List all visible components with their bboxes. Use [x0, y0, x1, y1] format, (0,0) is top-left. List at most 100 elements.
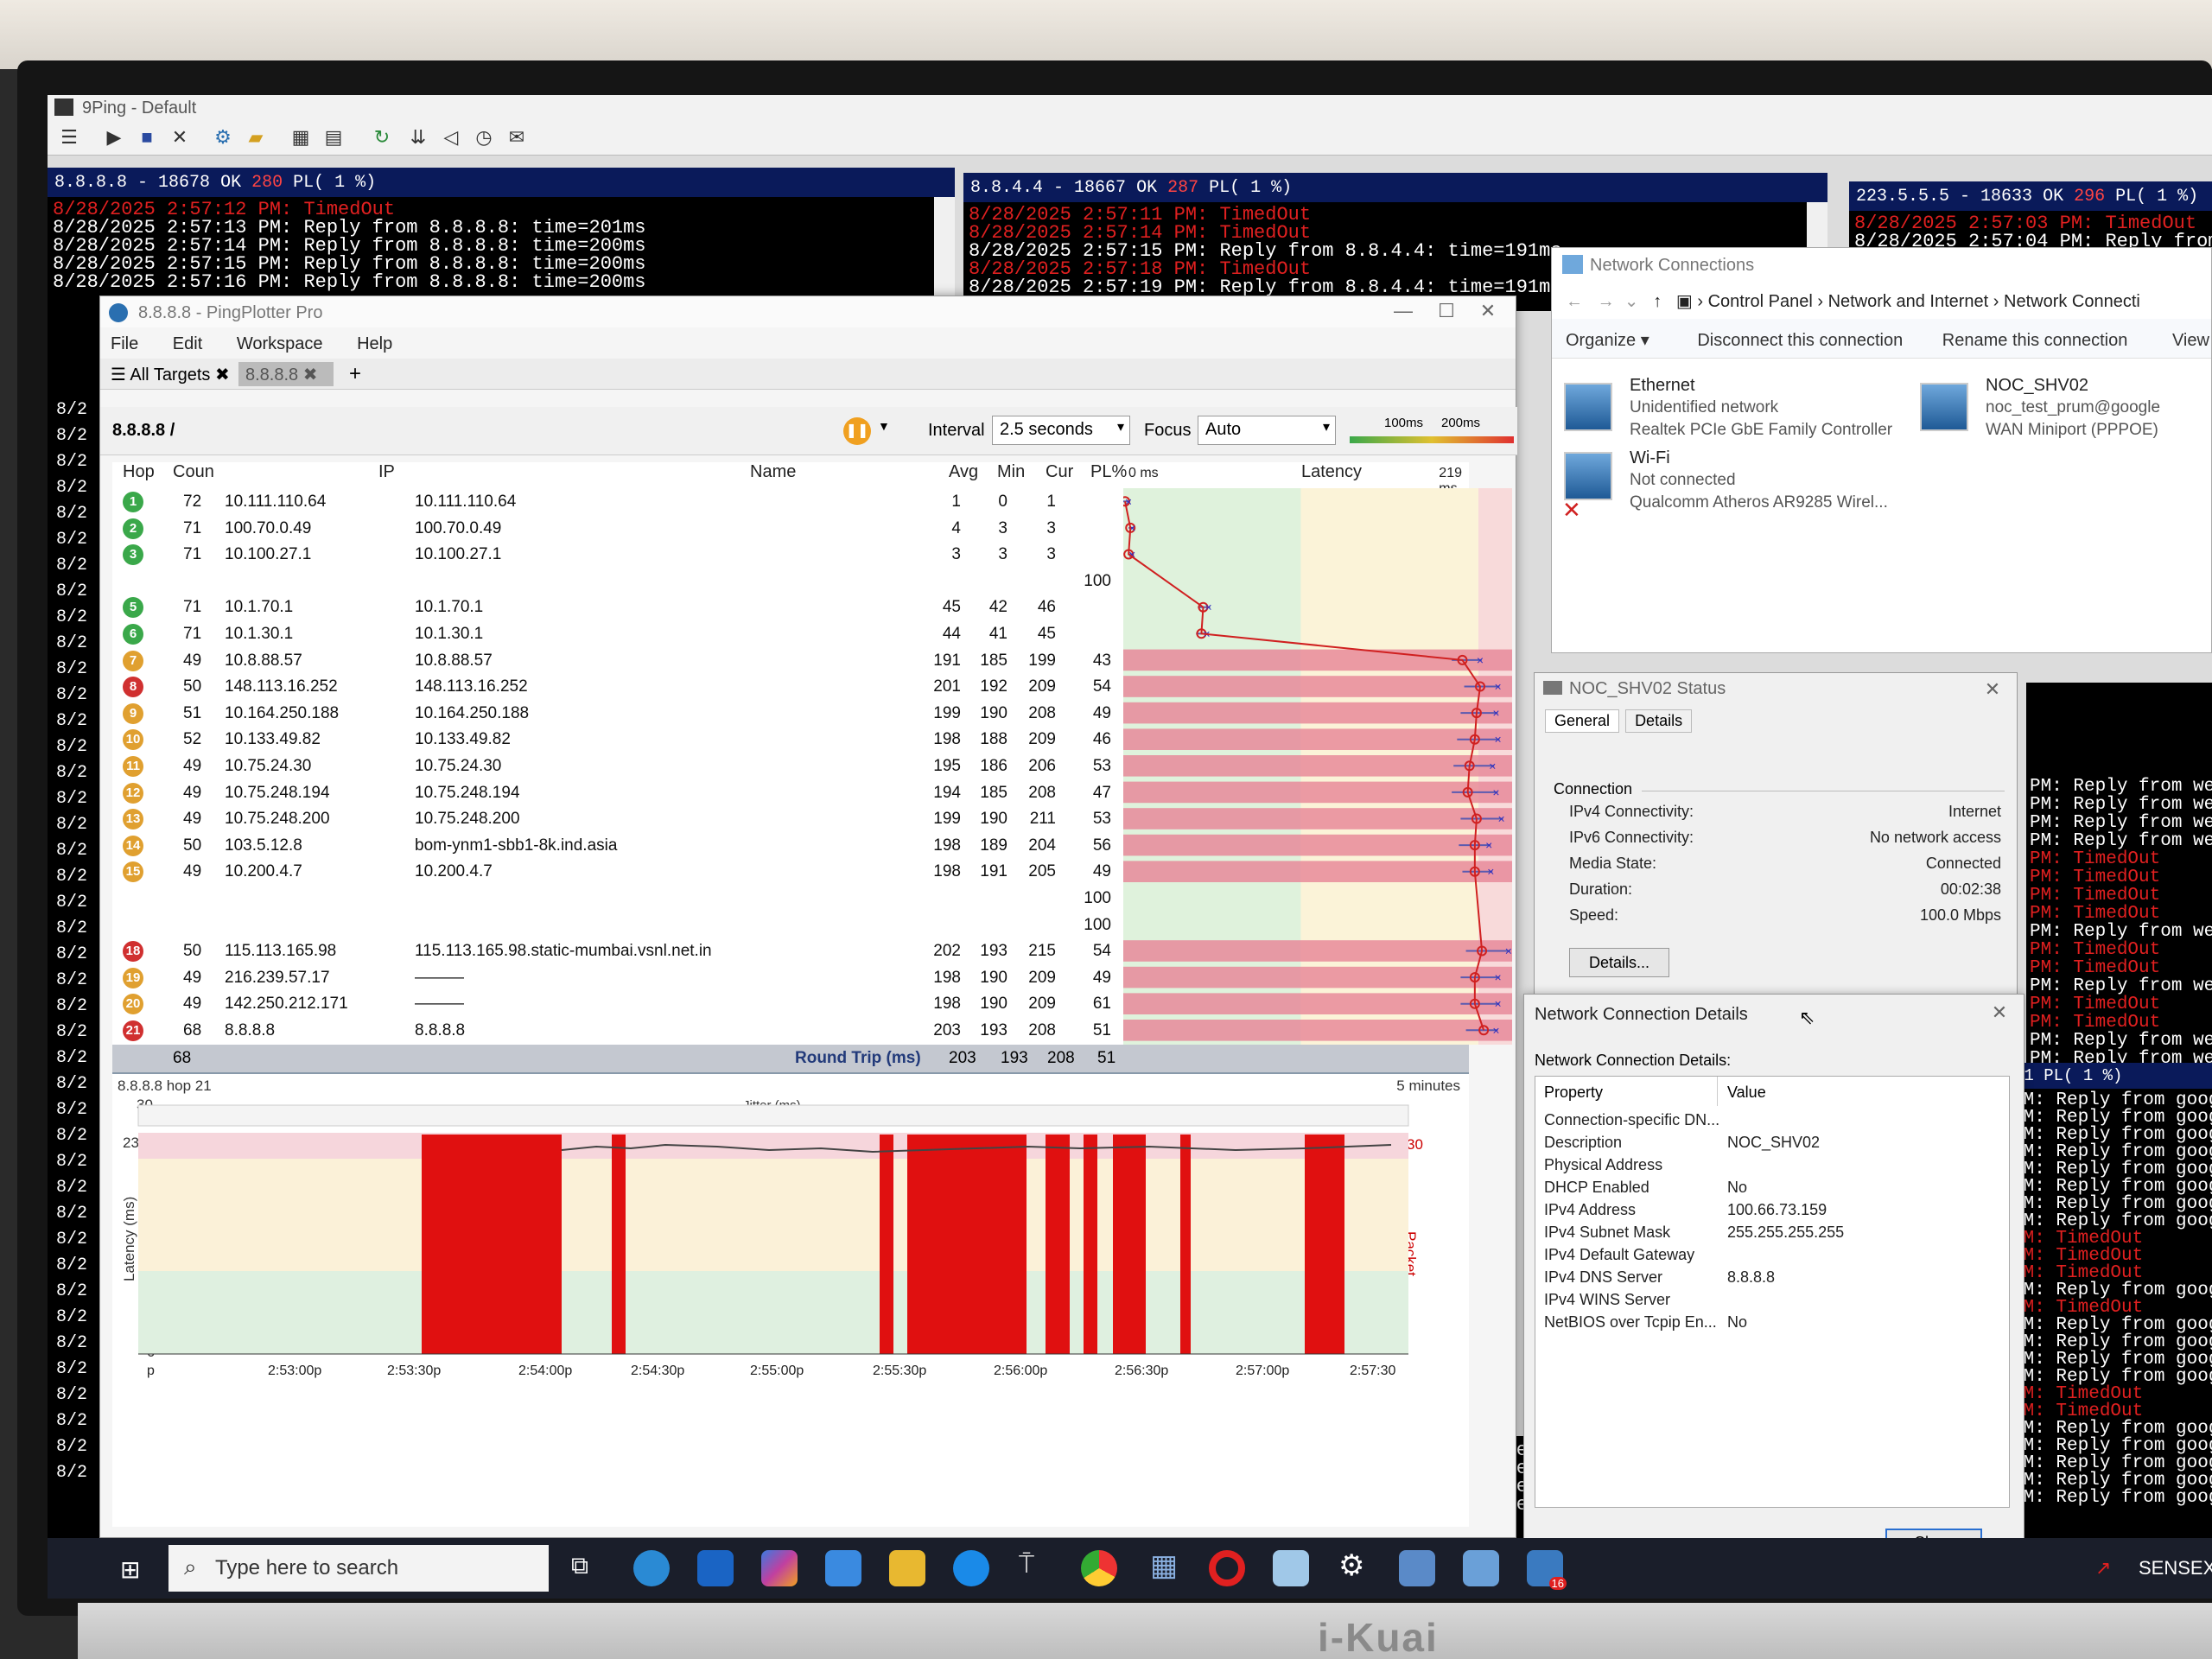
hop-count: 49 — [183, 783, 202, 802]
view-status-button[interactable]: View s — [2172, 331, 2212, 350]
details-row[interactable]: IPv4 WINS Server — [1544, 1291, 2002, 1313]
network-connections-taskbar-icon[interactable] — [1399, 1550, 1435, 1586]
pane-ip: 8.8.8.8 — [54, 173, 128, 193]
details-row[interactable]: DHCP Enabled No — [1544, 1179, 2002, 1201]
store-icon[interactable] — [825, 1550, 861, 1586]
col-min[interactable]: Min — [997, 462, 1025, 488]
chevron-down-icon[interactable]: ⌄ — [1624, 292, 1639, 311]
details-row[interactable]: Physical Address — [1544, 1156, 2002, 1179]
organize-button[interactable]: Organize ▾ — [1566, 331, 1649, 350]
close-icon[interactable]: ✕ — [1471, 300, 1505, 322]
mail-icon[interactable]: ✉ — [502, 124, 531, 150]
adapter-ethernet[interactable]: Ethernet Unidentified network Realtek PC… — [1630, 374, 1892, 442]
tab-general[interactable]: General — [1545, 709, 1620, 733]
adapter-noc-shv02[interactable]: NOC_SHV02 noc_test_prum@google WAN Minip… — [1986, 374, 2160, 442]
log-line: PM: TimedOut — [2012, 1246, 2144, 1266]
windows-start-icon[interactable]: ⊞ — [120, 1555, 140, 1584]
grid-app-icon[interactable]: ▦ — [1150, 1548, 1178, 1583]
details-row[interactable]: Connection-specific DN... — [1544, 1111, 2002, 1134]
menu-help[interactable]: Help — [357, 334, 392, 353]
sensex-ticker[interactable]: SENSEX — [2139, 1557, 2212, 1580]
forward-icon[interactable]: → — [1598, 292, 1615, 311]
breadcrumb-network-internet[interactable]: Network and Internet — [1828, 292, 1989, 311]
chat-icon[interactable] — [953, 1550, 989, 1586]
stop-icon[interactable]: ■ — [132, 124, 162, 150]
play-icon[interactable]: ▶ — [99, 124, 129, 150]
breadcrumb-control-panel[interactable]: Control Panel — [1708, 292, 1813, 311]
packet-loss-bar — [1123, 728, 1512, 750]
col-count[interactable]: Coun — [173, 462, 214, 488]
close-icon[interactable]: ✕ — [1982, 1001, 2017, 1024]
sound-icon[interactable]: ◁ — [436, 124, 466, 150]
col-cur[interactable]: Cur — [1046, 462, 1073, 488]
col-property[interactable]: Property — [1544, 1084, 1603, 1102]
hop-min: 0 — [998, 493, 1007, 511]
details-row[interactable]: Description NOC_SHV02 — [1544, 1134, 2002, 1156]
col-value[interactable]: Value — [1727, 1084, 1766, 1102]
taskbar-search[interactable]: ⌕ Type here to search — [168, 1545, 549, 1592]
details-button[interactable]: Details... — [1569, 948, 1669, 977]
settings-icon[interactable]: ⚙ — [1338, 1548, 1364, 1583]
network-tool-icon[interactable]: ⍑ — [1019, 1550, 1034, 1580]
opera-icon[interactable] — [1209, 1550, 1245, 1586]
clock-icon[interactable]: ◷ — [469, 124, 499, 150]
chrome-icon[interactable] — [1081, 1550, 1117, 1586]
outlook-icon[interactable] — [697, 1550, 734, 1586]
grid-icon[interactable]: ▦ — [286, 124, 315, 150]
app-icon[interactable] — [1273, 1550, 1309, 1586]
edge-icon[interactable] — [633, 1550, 670, 1586]
refresh-icon[interactable]: ↻ — [367, 124, 397, 150]
zone-low — [138, 1271, 1408, 1354]
close-icon[interactable]: ✖ — [215, 365, 230, 385]
filter-icon[interactable]: ⇊ — [404, 124, 433, 150]
task-view-icon[interactable]: ⧉ — [571, 1552, 588, 1580]
file-explorer-icon[interactable] — [889, 1550, 925, 1586]
col-pl[interactable]: PL% — [1090, 462, 1127, 488]
chevron-down-icon[interactable]: ▼ — [878, 419, 890, 433]
close-icon[interactable]: ✕ — [1975, 678, 2010, 701]
copilot-icon[interactable] — [761, 1550, 798, 1586]
add-tab-button[interactable]: + — [349, 362, 361, 386]
tab-all-targets[interactable]: All Targets — [130, 365, 210, 385]
back-icon[interactable]: ← — [1566, 292, 1583, 311]
close-icon[interactable]: ✖ — [303, 365, 318, 385]
focus-select[interactable]: Auto ▾ — [1198, 416, 1336, 445]
tab-target[interactable]: 8.8.8.8 ✖ — [238, 362, 334, 386]
adapter-wifi[interactable]: Wi-Fi Not connected Qualcomm Atheros AR9… — [1630, 447, 1888, 514]
col-name[interactable]: Name — [750, 462, 796, 488]
rename-button[interactable]: Rename this connection — [1942, 331, 2128, 350]
nineping-taskbar-icon[interactable]: 16 — [1527, 1550, 1567, 1590]
col-ip[interactable]: IP — [378, 462, 395, 488]
layout-icon[interactable]: ▤ — [319, 124, 348, 150]
tab-details[interactable]: Details — [1625, 709, 1693, 733]
col-latency[interactable]: Latency — [1301, 462, 1362, 488]
details-row[interactable]: IPv4 Address 100.66.73.159 — [1544, 1201, 2002, 1224]
settings-icon[interactable]: ⚙ — [208, 124, 238, 150]
menu-icon[interactable]: ☰ — [54, 124, 84, 150]
address-bar[interactable]: ← → ⌄ ↑ ▣ › Control Panel › Network and … — [1552, 283, 2211, 319]
details-row[interactable]: IPv4 Subnet Mask 255.255.255.255 — [1544, 1224, 2002, 1246]
pingplotter-taskbar-icon[interactable] — [1463, 1550, 1499, 1586]
details-row[interactable]: NetBIOS over Tcpip En... No — [1544, 1313, 2002, 1336]
breadcrumb-network-connections[interactable]: Network Connecti — [2004, 292, 2140, 311]
menu-edit[interactable]: Edit — [173, 334, 202, 353]
pause-icon[interactable]: ❚❚ — [843, 417, 871, 445]
details-row[interactable]: IPv4 DNS Server 8.8.8.8 — [1544, 1268, 2002, 1291]
disconnect-button[interactable]: Disconnect this connection — [1697, 331, 1903, 350]
col-hop[interactable]: Hop — [123, 462, 155, 488]
menu-file[interactable]: File — [111, 334, 138, 353]
background-wall — [0, 0, 2212, 69]
col-avg[interactable]: Avg — [949, 462, 978, 488]
delete-icon[interactable]: ✕ — [165, 124, 194, 150]
details-dialog: Network Connection Details ⇖ ✕ Network C… — [1523, 994, 2024, 1573]
minimize-icon[interactable]: — — [1386, 300, 1421, 322]
folder-icon[interactable]: ▰ — [241, 124, 270, 150]
hop-avg: 202 — [933, 942, 961, 961]
details-value: 8.8.8.8 — [1727, 1268, 1776, 1286]
log-line: 8/28/2025 2:57:03 PM: TimedOut — [1854, 213, 2197, 234]
menu-workspace[interactable]: Workspace — [237, 334, 323, 353]
up-icon[interactable]: ↑ — [1653, 292, 1662, 311]
interval-select[interactable]: 2.5 seconds ▾ — [992, 416, 1130, 445]
maximize-icon[interactable]: ☐ — [1429, 300, 1464, 322]
details-row[interactable]: IPv4 Default Gateway — [1544, 1246, 2002, 1268]
